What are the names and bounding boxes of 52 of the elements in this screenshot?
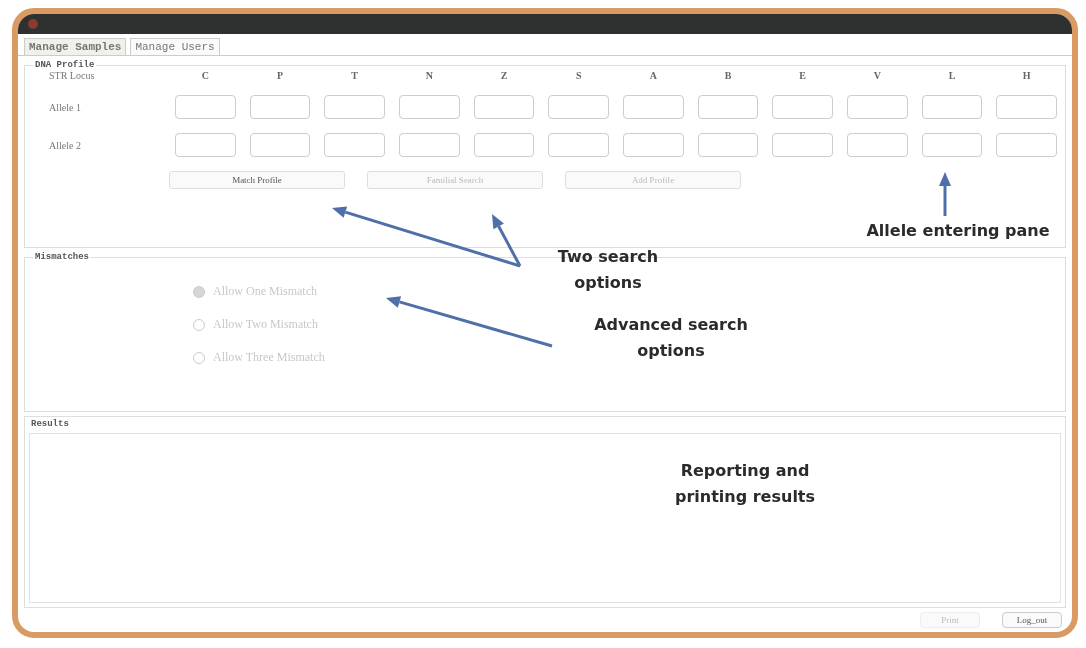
section-title: Results [30,418,70,431]
locus-label: V [872,70,882,81]
locus-label: C [200,70,210,81]
allele-field[interactable] [847,95,908,119]
footer-button[interactable]: Log_out [1002,612,1062,628]
allele-field[interactable] [623,133,684,157]
row-label: Allele 1 [48,101,82,113]
locus-label: B [723,70,733,81]
locus-label: N [424,70,434,81]
allele-field[interactable] [324,95,385,119]
allele-field[interactable] [697,133,759,157]
locus-label: S [574,70,583,81]
annotation-text: Advanced search options [593,314,749,362]
allele-field[interactable] [921,133,983,157]
locus-label: A [648,70,658,81]
row-label: Allele 2 [48,139,82,151]
row-label: STR Locus [48,70,96,81]
locus-label: P [275,70,285,81]
tab[interactable]: Manage Samples [24,38,127,55]
allele-field[interactable] [996,133,1057,157]
allele-field[interactable] [399,95,460,119]
locus-label: E [798,70,807,81]
allele-field[interactable] [847,133,908,157]
annotation-text: Reporting and printing results [673,460,817,508]
allele-field[interactable] [996,95,1057,119]
allele-field[interactable] [324,133,385,157]
arrow [939,172,951,216]
section-title: DNA Profile [34,60,96,70]
locus-label: Z [499,70,509,81]
allele-field[interactable] [473,133,535,157]
annotation-text: Allele entering pane [865,220,1051,242]
annotation-text: Two search options [556,246,660,294]
close-icon[interactable] [28,19,38,29]
allele-field[interactable] [175,95,236,119]
allele-field[interactable] [772,95,833,119]
action-button[interactable]: Match Profile [169,171,345,189]
locus-label: H [1021,70,1032,81]
locus-label: L [947,70,957,81]
allele-field[interactable] [772,133,833,157]
allele-field[interactable] [548,133,609,157]
allele-field[interactable] [249,95,311,119]
locus-label: T [350,70,359,81]
section-title: Mismatches [34,252,90,262]
allele-field[interactable] [175,133,236,157]
allele-field[interactable] [623,95,684,119]
allele-field[interactable] [473,95,535,119]
allele-field[interactable] [697,95,759,119]
allele-field[interactable] [399,133,460,157]
tab[interactable]: Manage Users [130,38,220,55]
allele-field[interactable] [921,95,983,119]
allele-field[interactable] [548,95,609,119]
allele-field[interactable] [249,133,311,157]
